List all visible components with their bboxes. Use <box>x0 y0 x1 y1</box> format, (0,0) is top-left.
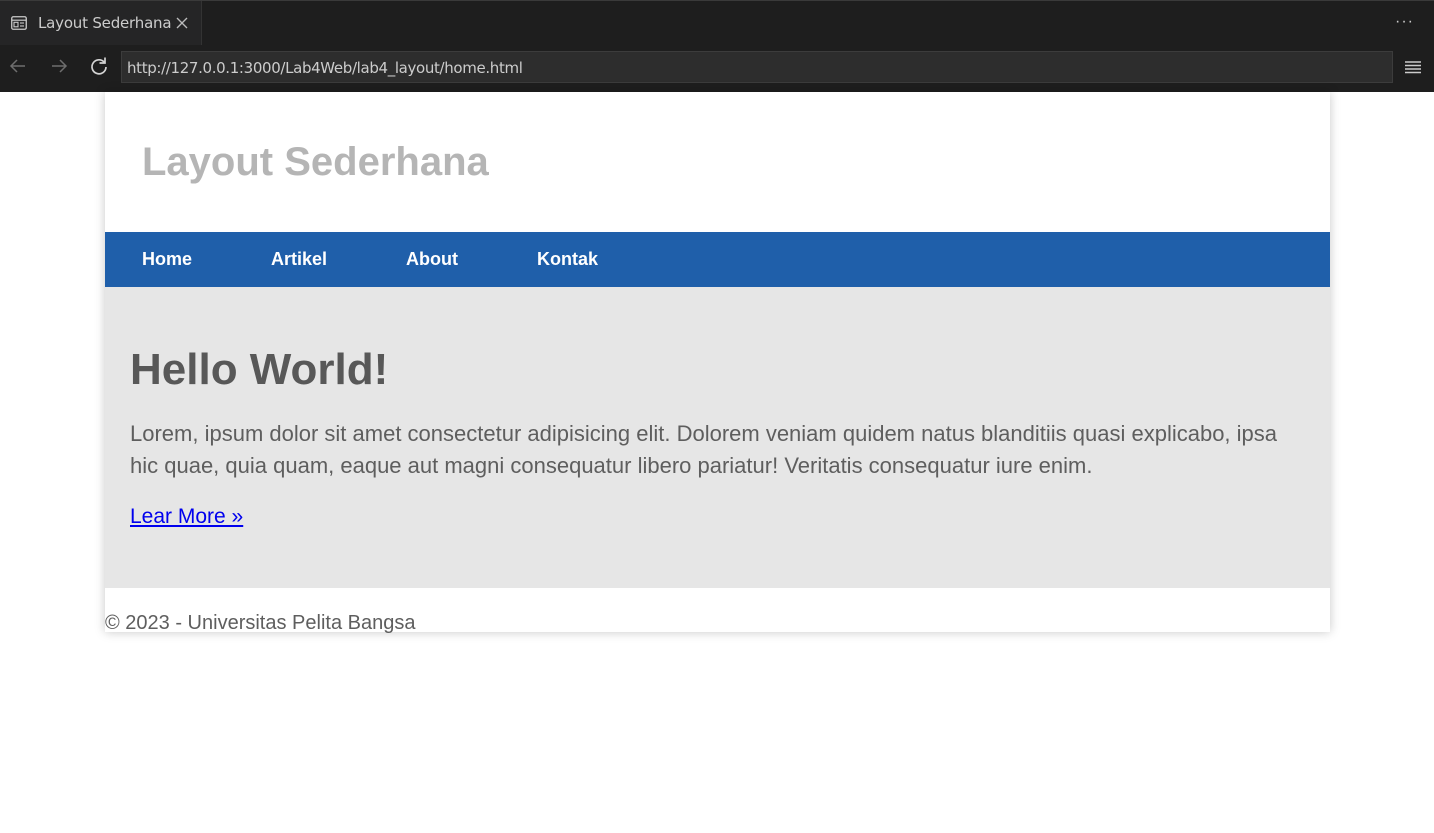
page-viewport: Layout Sederhana Home Artikel About Kont… <box>0 92 1434 833</box>
browser-tab[interactable]: Layout Sederhana <box>0 1 202 45</box>
hero-section: Hello World! Lorem, ipsum dolor sit amet… <box>105 287 1330 588</box>
url-text: http://127.0.0.1:3000/Lab4Web/lab4_layou… <box>127 59 523 77</box>
learn-more-link[interactable]: Lear More » <box>130 505 243 529</box>
nav-link-home[interactable]: Home <box>142 249 192 270</box>
site-header: Layout Sederhana <box>105 92 1330 232</box>
back-arrow-icon[interactable] <box>7 55 29 77</box>
nav-link-artikel[interactable]: Artikel <box>271 249 327 270</box>
main-nav: Home Artikel About Kontak <box>105 232 1330 287</box>
reload-icon[interactable] <box>88 55 110 77</box>
site-footer: © 2023 - Universitas Pelita Bangsa <box>105 612 416 634</box>
browser-toolbar: http://127.0.0.1:3000/Lab4Web/lab4_layou… <box>0 45 1434 92</box>
close-icon[interactable] <box>175 16 189 30</box>
nav-link-kontak[interactable]: Kontak <box>537 249 598 270</box>
tab-title: Layout Sederhana <box>38 14 172 32</box>
address-bar[interactable]: http://127.0.0.1:3000/Lab4Web/lab4_layou… <box>121 51 1393 83</box>
more-actions-icon[interactable]: ··· <box>1395 13 1414 31</box>
page-preview-icon <box>11 16 27 30</box>
browser-tab-bar: Layout Sederhana ··· <box>0 0 1434 45</box>
hero-text: Lorem, ipsum dolor sit amet consectetur … <box>130 421 1278 478</box>
nav-link-about[interactable]: About <box>406 249 458 270</box>
hamburger-menu-icon[interactable] <box>1404 59 1422 75</box>
hero-title: Hello World! <box>130 345 389 394</box>
forward-arrow-icon[interactable] <box>48 55 70 77</box>
page-container: Layout Sederhana Home Artikel About Kont… <box>105 92 1330 632</box>
site-title: Layout Sederhana <box>142 140 489 184</box>
